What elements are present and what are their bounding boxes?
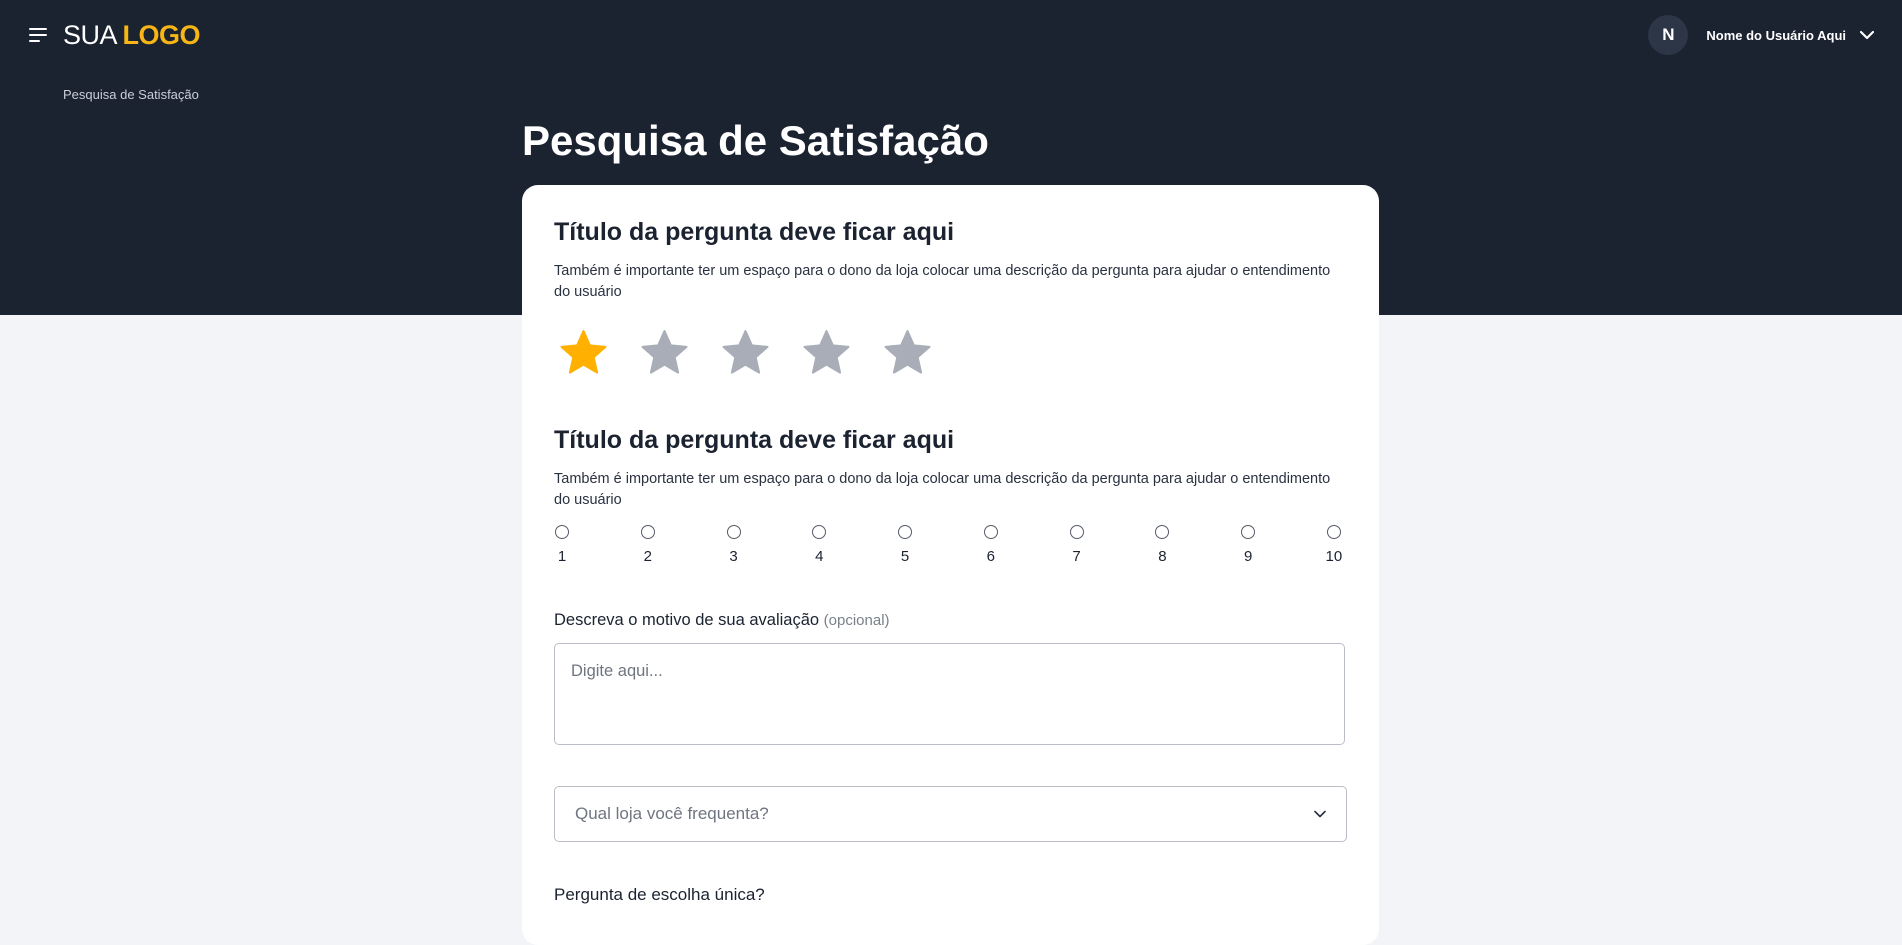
single-choice-question: Pergunta de escolha única?	[554, 885, 765, 904]
scale-option[interactable]: 4	[809, 525, 829, 565]
avatar: N	[1648, 15, 1689, 55]
scale-number: 10	[1325, 548, 1343, 565]
question-2-title: Título da pergunta deve ficar aqui	[554, 426, 955, 454]
scale-option[interactable]: 5	[895, 525, 915, 565]
scale-option[interactable]: 7	[1067, 525, 1087, 565]
logo-prefix: SUA	[63, 20, 116, 50]
reason-label: Descreva o motivo de sua avaliação (opci…	[554, 611, 890, 630]
reason-placeholder: Digite aqui...	[571, 662, 663, 680]
star-icon[interactable]	[559, 328, 608, 377]
scale-number: 7	[1072, 548, 1081, 565]
scale-radio[interactable]	[812, 525, 827, 539]
user-name: Nome do Usuário Aqui	[1706, 27, 1846, 43]
scale-number: 1	[557, 548, 567, 565]
scale-radio[interactable]	[555, 525, 569, 539]
star-icon[interactable]	[640, 328, 689, 377]
breadcrumb[interactable]: Pesquisa de Satisfação	[63, 87, 199, 102]
scale-number: 9	[1243, 548, 1253, 565]
question-1-title: Título da pergunta deve ficar aqui	[554, 218, 955, 246]
scale-radio[interactable]	[983, 525, 998, 539]
scale-radio[interactable]	[1326, 525, 1341, 539]
user-menu[interactable]: N Nome do Usuário Aqui	[1648, 14, 1874, 56]
chevron-down-icon	[1314, 810, 1326, 818]
nps-scale: 1 2 3 4 5 6 7 8 9 10	[552, 525, 1344, 565]
star-icon[interactable]	[883, 328, 932, 377]
question-1-description: Também é importante ter um espaço para o…	[554, 263, 1331, 300]
scale-radio[interactable]	[1241, 525, 1256, 539]
question-2-description: Também é importante ter um espaço para o…	[554, 471, 1331, 508]
scale-radio[interactable]	[1155, 525, 1170, 539]
star-icon[interactable]	[802, 328, 851, 377]
star-icon[interactable]	[721, 328, 770, 377]
scale-radio[interactable]	[1069, 525, 1084, 539]
scale-option[interactable]: 8	[1152, 525, 1172, 565]
scale-option[interactable]: 6	[981, 525, 1001, 565]
scale-number: 6	[986, 548, 995, 565]
reason-textarea[interactable]: Digite aqui...	[554, 643, 1345, 745]
scale-radio[interactable]	[726, 525, 741, 539]
scale-number: 8	[1158, 548, 1167, 565]
scale-radio[interactable]	[640, 525, 655, 539]
hamburger-menu-icon[interactable]	[29, 25, 51, 45]
chevron-down-icon[interactable]	[1860, 30, 1874, 40]
page-title: Pesquisa de Satisfação	[522, 117, 989, 164]
scale-number: 4	[815, 548, 824, 565]
scale-number: 5	[900, 548, 910, 565]
logo[interactable]: SUA LOGO	[63, 18, 201, 52]
scale-option[interactable]: 2	[638, 525, 658, 565]
store-select-placeholder: Qual loja você frequenta?	[575, 804, 769, 823]
scale-option[interactable]: 3	[724, 525, 744, 565]
scale-radio[interactable]	[898, 525, 913, 539]
scale-option[interactable]: 9	[1238, 525, 1258, 565]
top-bar: SUA LOGO N Nome do Usuário Aqui	[0, 0, 1902, 70]
scale-option[interactable]: 1	[552, 525, 572, 565]
scale-number: 3	[729, 548, 738, 565]
reason-label-text: Descreva o motivo de sua avaliação	[554, 611, 820, 629]
store-select[interactable]: Qual loja você frequenta?	[554, 786, 1347, 842]
logo-brand: LOGO	[122, 20, 201, 50]
scale-option[interactable]: 10	[1324, 525, 1344, 565]
survey-card: Título da pergunta deve ficar aqui També…	[522, 185, 1379, 945]
optional-tag: (opcional)	[823, 612, 890, 629]
scale-number: 2	[643, 548, 652, 565]
star-rating	[559, 328, 964, 377]
